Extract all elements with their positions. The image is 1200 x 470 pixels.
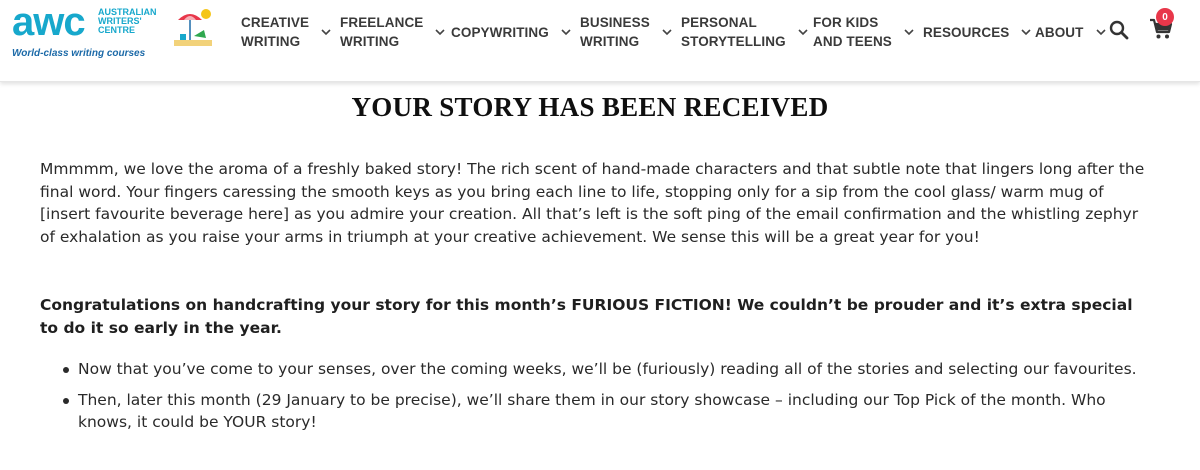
nav-label: COPYWRITING [451, 24, 549, 40]
nav-creative-writing[interactable]: CREATIVE WRITING [241, 10, 331, 54]
congratulations-paragraph: Congratulations on handcrafting your sto… [40, 296, 1133, 337]
search-icon[interactable] [1108, 19, 1130, 41]
nav-label: RESOURCES [923, 24, 1010, 40]
next-steps-list: Now that you’ve come to your senses, ove… [60, 358, 1150, 442]
list-item: Then, later this month (29 January to be… [60, 389, 1150, 434]
chevron-down-icon [1095, 27, 1106, 37]
chevron-down-icon [1021, 27, 1031, 37]
site-header: awc AUSTRALIAN WRITERS' CENTRE World-cla… [0, 0, 1200, 82]
cart-count-badge: 0 [1156, 8, 1174, 26]
nav-business-writing[interactable]: BUSINESS WRITING [580, 10, 672, 54]
nav-personal-storytelling[interactable]: PERSONAL STORYTELLING [681, 10, 808, 54]
nav-about[interactable]: ABOUT [1035, 10, 1106, 54]
chevron-down-icon [435, 27, 445, 37]
page-title: YOUR STORY HAS BEEN RECEIVED [351, 92, 829, 122]
nav-label: PERSONAL STORYTELLING [681, 15, 786, 49]
chevron-down-icon [321, 27, 331, 37]
nav-for-kids-and-teens[interactable]: FOR KIDS AND TEENS [813, 10, 914, 54]
nav-label: FREELANCE WRITING [340, 15, 424, 49]
list-item: Now that you’ve come to your senses, ove… [60, 358, 1150, 381]
nav-freelance-writing[interactable]: FREELANCE WRITING [340, 10, 445, 54]
logo-tagline: World-class writing courses [12, 48, 146, 59]
nav-label: BUSINESS WRITING [580, 15, 650, 49]
chevron-down-icon [662, 27, 672, 37]
logo-name-line: CENTRE [98, 25, 136, 35]
intro-paragraph: Mmmmm, we love the aroma of a freshly ba… [40, 160, 1145, 246]
logo-beach-illustration [174, 9, 212, 46]
logo-wordmark: awc [12, 0, 86, 44]
chevron-down-icon [561, 27, 571, 37]
nav-label: CREATIVE WRITING [241, 15, 310, 49]
chevron-down-icon [904, 27, 914, 37]
awc-logo[interactable]: awc AUSTRALIAN WRITERS' CENTRE World-cla… [12, 0, 212, 59]
nav-label: FOR KIDS AND TEENS [813, 15, 892, 49]
chevron-down-icon [798, 27, 808, 37]
nav-resources[interactable]: RESOURCES [923, 10, 1031, 54]
logo-name: AUSTRALIAN WRITERS' CENTRE [98, 8, 168, 35]
nav-copywriting[interactable]: COPYWRITING [451, 10, 571, 54]
nav-label: ABOUT [1035, 24, 1084, 40]
